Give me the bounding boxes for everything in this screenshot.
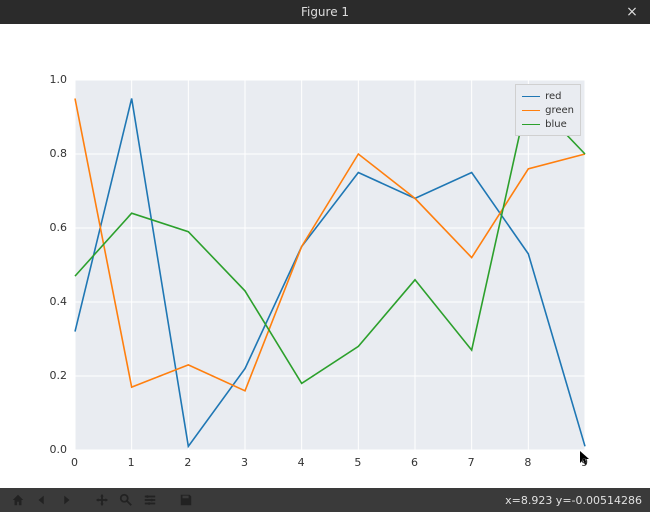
legend-label: red [545,91,561,102]
x-tick-label: 6 [411,456,418,469]
x-tick-label: 2 [184,456,191,469]
y-tick-label: 0.8 [50,147,68,160]
save-button[interactable] [176,490,196,510]
y-tick-label: 0.4 [50,295,68,308]
home-button[interactable] [8,490,28,510]
forward-button[interactable] [56,490,76,510]
legend-entry: blue [522,117,574,131]
x-tick-label: 1 [128,456,135,469]
x-tick-label: 3 [241,456,248,469]
zoom-button[interactable] [116,490,136,510]
legend-label: blue [545,119,567,130]
y-tick-label: 0.0 [50,443,68,456]
legend-entry: green [522,103,574,117]
window-titlebar: Figure 1 × [0,0,650,24]
x-tick-label: 4 [298,456,305,469]
legend-swatch [522,124,540,125]
x-tick-label: 8 [524,456,531,469]
legend-swatch [522,110,540,111]
x-tick-label: 7 [468,456,475,469]
window-close-button[interactable]: × [622,0,642,24]
y-tick-label: 0.2 [50,369,68,382]
legend-swatch [522,96,540,97]
legend-entry: red [522,89,574,103]
window-title: Figure 1 [301,5,349,19]
legend-label: green [545,105,574,116]
back-button[interactable] [32,490,52,510]
legend[interactable]: red green blue [515,84,581,136]
x-tick-label: 0 [71,456,78,469]
pan-button[interactable] [92,490,112,510]
x-tick-label: 9 [581,456,588,469]
toolbar: x=8.923 y=-0.00514286 [0,488,650,512]
configure-button[interactable] [140,490,160,510]
y-tick-label: 1.0 [50,73,68,86]
y-tick-label: 0.6 [50,221,68,234]
toolbar-buttons [8,490,196,510]
cursor-coordinates: x=8.923 y=-0.00514286 [505,494,642,507]
figure-canvas[interactable]: red green blue 0 1 2 3 4 5 6 7 8 9 0.0 0.2 0.4 0.6 0.8 1.… [0,24,650,488]
x-tick-label: 5 [354,456,361,469]
